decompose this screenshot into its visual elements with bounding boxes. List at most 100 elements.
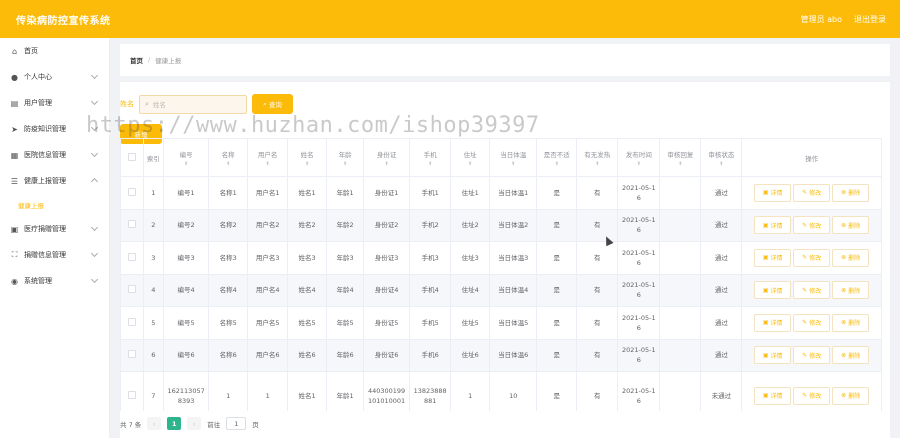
delete-icon: ⊗ [841, 392, 847, 399]
sort-icon[interactable]: ⬍ [211, 161, 245, 167]
column-header[interactable]: 年龄 ⬍ [326, 138, 365, 177]
sidebar-item-hospital[interactable]: ▦ 医院信息管理 [0, 142, 109, 168]
sort-icon[interactable]: ⬍ [539, 161, 574, 167]
table-cell-temp: 10 [489, 371, 538, 411]
column-header[interactable]: 住址 ⬍ [450, 138, 491, 177]
select-all-cell[interactable] [120, 138, 144, 177]
edit-button[interactable]: ✎ 修改 [793, 216, 831, 235]
delete-button[interactable]: ⊗ 删除 [832, 386, 870, 405]
column-header[interactable]: 当日体温 ⬍ [489, 138, 538, 177]
delete-button[interactable]: ⊗ 删除 [832, 248, 870, 267]
row-select-cell[interactable] [120, 273, 144, 307]
table-cell-date: 2021-05-16 [617, 273, 661, 307]
sort-icon[interactable]: ⬍ [662, 161, 698, 167]
sort-icon[interactable]: ⬍ [290, 161, 324, 167]
detail-button[interactable]: ▣ 详情 [754, 248, 792, 267]
detail-button[interactable]: ▣ 详情 [754, 281, 792, 300]
row-checkbox[interactable] [127, 252, 136, 261]
table-cell-reply [659, 273, 702, 307]
column-header[interactable]: 是否不适 ⬍ [536, 138, 578, 177]
column-header[interactable]: 用户名 ⬍ [247, 138, 289, 177]
search-input[interactable]: ⌕ 姓名 [139, 94, 247, 114]
sort-icon[interactable]: ⬍ [492, 161, 534, 167]
edit-button[interactable]: ✎ 修改 [793, 313, 831, 332]
chevron-down-icon [90, 123, 99, 132]
column-header[interactable]: 审核回复 ⬍ [659, 138, 702, 177]
column-header[interactable]: 审核状态 ⬍ [700, 138, 743, 177]
sidebar-item-donation[interactable]: ▣ 医疗捐赠管理 [0, 216, 109, 242]
row-select-cell[interactable] [120, 371, 144, 411]
row-select-cell[interactable] [120, 338, 144, 372]
sort-icon[interactable]: ⬍ [329, 161, 361, 167]
column-header[interactable]: 编号 ⬍ [163, 138, 210, 177]
delete-button[interactable]: ⊗ 删除 [832, 216, 870, 235]
row-checkbox[interactable] [127, 350, 136, 359]
sidebar-item-knowledge[interactable]: ➤ 防疫知识管理 [0, 116, 109, 142]
table-cell-date: 2021-05-16 [617, 338, 661, 372]
sidebar-item-donation-info[interactable]: ⛶ 捐赠信息管理 [0, 242, 109, 268]
edit-button[interactable]: ✎ 修改 [793, 346, 831, 365]
table-cell-fever: 有 [576, 241, 619, 275]
table-cell-unwell: 是 [536, 273, 578, 307]
select-all-checkbox[interactable] [127, 152, 136, 161]
sort-icon[interactable]: ⬍ [412, 161, 448, 167]
sort-icon[interactable]: ⬍ [453, 161, 487, 167]
edit-button[interactable]: ✎ 修改 [793, 386, 831, 405]
sort-icon[interactable]: ⬍ [620, 161, 657, 167]
column-header[interactable]: 有无发热 ⬍ [576, 138, 619, 177]
logout-button[interactable]: 退出登录 [854, 14, 886, 25]
row-checkbox[interactable] [127, 390, 136, 399]
row-select-cell[interactable] [120, 241, 144, 275]
sidebar-item-system[interactable]: ◉ 系统管理 [0, 268, 109, 294]
column-header[interactable]: 名称 ⬍ [208, 138, 249, 177]
row-select-cell[interactable] [120, 208, 144, 242]
page-number-button[interactable]: 1 [167, 417, 182, 430]
row-checkbox[interactable] [127, 220, 136, 229]
column-header[interactable]: 身份证 ⬍ [363, 138, 411, 177]
sidebar-item-home[interactable]: ⌂ 首页 [0, 38, 109, 64]
table-cell-age: 年龄4 [326, 273, 365, 307]
row-select-cell[interactable] [120, 306, 144, 340]
row-checkbox[interactable] [127, 285, 136, 294]
delete-button[interactable]: ⊗ 删除 [832, 313, 870, 332]
edit-button[interactable]: ✎ 修改 [793, 183, 831, 202]
column-header[interactable]: 手机 ⬍ [409, 138, 452, 177]
row-checkbox[interactable] [127, 317, 136, 326]
sidebar-item-users[interactable]: ▤ 用户管理 [0, 90, 109, 116]
table-cell-name: 名称4 [208, 273, 249, 307]
table-row: 5 编号5 名称5 用户名5 姓名5 年龄5 身份证5 手机5 住址5 当日体温5 是有 2021-0… [120, 306, 882, 340]
search-button[interactable]: ⌕ 查询 [252, 94, 293, 114]
detail-button[interactable]: ▣ 详情 [754, 183, 792, 202]
sort-icon[interactable]: ⬍ [250, 161, 285, 167]
row-checkbox[interactable] [127, 187, 136, 196]
edit-button[interactable]: ✎ 修改 [793, 281, 831, 300]
detail-button[interactable]: ▣ 详情 [754, 346, 792, 365]
sort-icon[interactable]: ⬍ [166, 161, 206, 167]
table-cell-address: 住址5 [450, 306, 491, 340]
sidebar-item-health-report[interactable]: ☰ 健康上报管理 [0, 168, 109, 194]
sidebar-subitem-health-report[interactable]: 健康上报 [0, 194, 109, 216]
column-header[interactable]: 发布时间 ⬍ [617, 138, 661, 177]
table-cell-reply [659, 306, 702, 340]
goto-page-input[interactable]: 1 [226, 417, 247, 430]
delete-button[interactable]: ⊗ 删除 [832, 183, 870, 202]
detail-button[interactable]: ▣ 详情 [754, 216, 792, 235]
sort-icon[interactable]: ⬍ [703, 161, 739, 167]
table-cell-phone: 手机2 [409, 208, 452, 242]
delete-button[interactable]: ⊗ 删除 [832, 346, 870, 365]
delete-button[interactable]: ⊗ 删除 [832, 281, 870, 300]
column-header[interactable]: 姓名 ⬍ [287, 138, 328, 177]
breadcrumb-home[interactable]: 首页 [130, 55, 143, 65]
sidebar-item-label: 系统管理 [24, 277, 52, 285]
row-select-cell[interactable] [120, 176, 144, 210]
sort-icon[interactable]: ⬍ [579, 161, 615, 167]
edit-button[interactable]: ✎ 修改 [793, 248, 831, 267]
prev-page-button[interactable]: ‹ [147, 417, 162, 430]
column-header: 操作 [741, 138, 882, 177]
sort-icon[interactable]: ⬍ [366, 161, 407, 167]
detail-button[interactable]: ▣ 详情 [754, 386, 792, 405]
next-page-button[interactable]: › [187, 417, 202, 430]
sidebar: ⌂ 首页 ● 个人中心 ▤ 用户管理 ➤ 防疫知识管理 ▦ 医院信息管理 ☰ 健… [0, 38, 110, 438]
detail-button[interactable]: ▣ 详情 [754, 313, 792, 332]
sidebar-item-profile[interactable]: ● 个人中心 [0, 64, 109, 90]
